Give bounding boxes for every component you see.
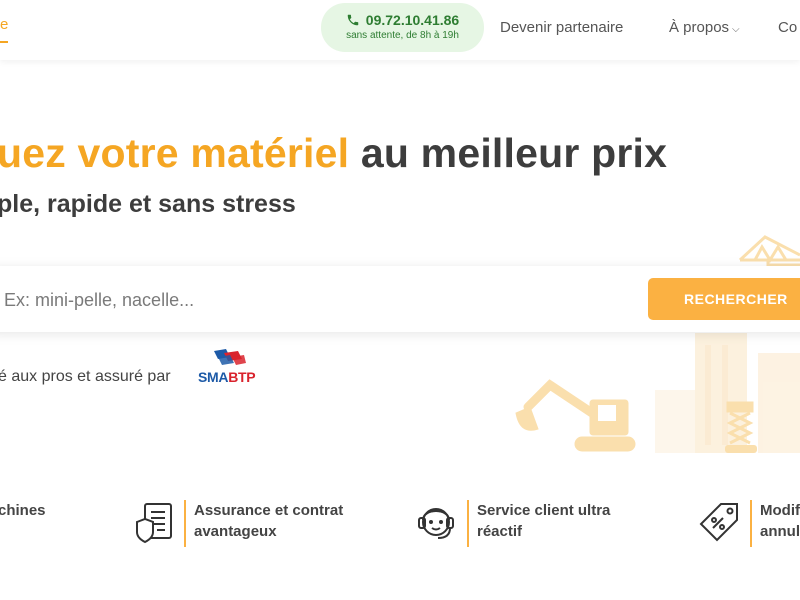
discount-tag-icon xyxy=(699,503,738,542)
nav-link-partial[interactable]: e xyxy=(0,16,8,33)
contract-shield-icon xyxy=(136,503,172,544)
feature-insurance-text: Assurance et contrat avantageux xyxy=(194,500,354,542)
construction-illustration xyxy=(515,235,800,453)
feature-line1: Assurance et contrat xyxy=(194,502,344,519)
nav-link-contact[interactable]: Co xyxy=(778,19,797,36)
site-header: e 09.72.10.41.86 sans attente, de 8h à 1… xyxy=(0,0,800,60)
phone-number: 09.72.10.41.86 xyxy=(365,12,460,28)
nav-link-about[interactable]: À propos ⌵ xyxy=(669,19,740,36)
smabtp-btp: BTP xyxy=(228,369,256,385)
feature-line2: réactif xyxy=(477,523,523,540)
chevron-down-icon: ⌵ xyxy=(732,24,740,35)
search-button[interactable]: RECHERCHER xyxy=(648,278,800,320)
feature-line1: Modif xyxy=(760,502,800,519)
phone-icon xyxy=(347,14,359,26)
phone-contact-button[interactable]: 09.72.10.41.86 sans attente, de 8h à 19h xyxy=(321,3,484,52)
search-input[interactable] xyxy=(2,284,626,316)
trust-text: é aux pros et assuré par xyxy=(0,368,171,385)
feature-line1: Service client ultra xyxy=(477,502,611,519)
search-bar: RECHERCHER xyxy=(0,266,800,332)
feature-divider xyxy=(750,500,752,547)
smabtp-sma: SMA xyxy=(198,369,229,385)
hero-subtitle: ple, rapide et sans stress xyxy=(0,190,296,218)
feature-divider xyxy=(467,500,469,547)
building-shape xyxy=(695,333,747,453)
headset-agent-icon xyxy=(418,508,454,539)
nav-link-become-partner[interactable]: Devenir partenaire xyxy=(500,19,623,36)
phone-hours: sans attente, de 8h à 19h xyxy=(346,30,459,41)
hero-title-rest: au meilleur prix xyxy=(360,130,668,176)
smabtp-wordmark: SMABTP xyxy=(198,369,256,385)
excavator-icon xyxy=(515,379,636,452)
active-nav-underline xyxy=(0,41,8,43)
crane-icon xyxy=(738,235,800,267)
feature-service-text: Service client ultra réactif xyxy=(477,500,637,542)
hero-title: uez votre matériel au meilleur prix xyxy=(0,130,667,177)
feature-divider xyxy=(184,500,186,547)
feature-line1: chines xyxy=(0,502,46,519)
feature-line2: avantageux xyxy=(194,523,277,540)
hero-title-accent: uez votre matériel xyxy=(0,130,350,176)
feature-line2: annul xyxy=(760,523,800,540)
feature-modification-text: Modif annul xyxy=(760,500,800,542)
nav-link-about-label: À propos xyxy=(669,19,730,36)
